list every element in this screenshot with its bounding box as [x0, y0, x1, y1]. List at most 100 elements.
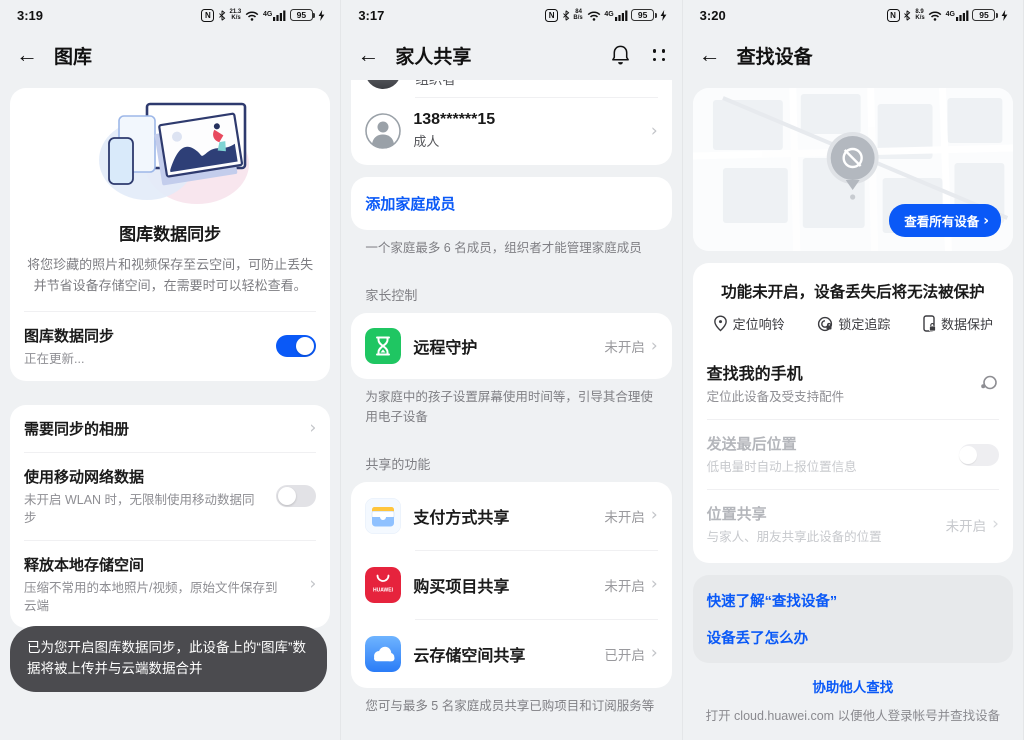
- mobile-data-toggle[interactable]: [276, 485, 316, 507]
- status-bar: 3:20 N 8.9K/s 4G 95: [683, 0, 1023, 30]
- cloud-icon: [365, 636, 401, 672]
- notification-bell-icon[interactable]: [610, 44, 631, 66]
- assist-others-note: 打开 cloud.huawei.com 以便他人登录帐号并查找设备: [683, 705, 1023, 724]
- feature-label: 数据保护: [941, 314, 993, 333]
- status-time: 3:17: [358, 8, 384, 23]
- location-sharing-sub: 与家人、朋友共享此设备的位置: [707, 528, 934, 546]
- lost-device-link[interactable]: 设备丢了怎么办: [707, 627, 999, 648]
- intro-link[interactable]: 快速了解“查找设备”: [707, 590, 999, 611]
- shared-features-note: 您可与最多 5 名家庭成员共享已购项目和订阅服务等: [365, 697, 657, 716]
- loading-spinner-icon: [979, 373, 999, 393]
- appgallery-icon: HUAWEI: [365, 567, 401, 603]
- chevron-right-icon: ›: [310, 420, 317, 437]
- location-sharing-label: 位置共享: [707, 503, 934, 524]
- find-my-phone-sub: 定位此设备及受支持配件: [707, 388, 967, 406]
- app-header: ← 图库: [0, 30, 340, 80]
- mobile-data-label: 使用移动网络数据: [24, 466, 264, 487]
- bluetooth-icon: [562, 9, 570, 22]
- signal-icon: 4G: [946, 10, 969, 21]
- remote-guard-card: 远程守护 未开启 ›: [351, 313, 671, 379]
- albums-to-sync-row[interactable]: 需要同步的相册 ›: [10, 405, 330, 452]
- mobile-data-row: 使用移动网络数据 未开启 WLAN 时，无限制使用移动数据同步: [10, 453, 330, 540]
- gallery-sync-title: 图库数据同步: [10, 220, 330, 245]
- location-pin-icon: [713, 315, 728, 332]
- find-my-phone-label: 查找我的手机: [707, 360, 967, 384]
- gallery-sync-toggle[interactable]: [276, 335, 316, 357]
- send-last-location-sub: 低电量时自动上报位置信息: [707, 458, 947, 476]
- cloud-storage-sharing-row[interactable]: 云存储空间共享 已开启 ›: [351, 620, 671, 688]
- shared-features-card: 支付方式共享 未开启 › HUAWEI 购买项目共享 未开启 ›: [351, 482, 671, 688]
- screen-family-sharing: 3:17 N 84B/s 4G 95 ← 家人共享 组织者: [341, 0, 682, 740]
- screen-find-device: 3:20 N 8.9K/s 4G 95 ← 查找设备: [683, 0, 1024, 740]
- protection-card: 功能未开启，设备丢失后将无法被保护 定位响铃 锁定追踪 数据保护 查找我的手机: [693, 263, 1013, 563]
- add-family-member-button[interactable]: 添加家庭成员: [351, 177, 671, 230]
- send-last-location-label: 发送最后位置: [707, 433, 947, 454]
- gallery-sync-status: 正在更新...: [24, 350, 264, 368]
- purchase-sharing-status: 未开启: [604, 575, 645, 595]
- family-members-card: 组织者 138******15 成人 ›: [351, 80, 671, 165]
- chevron-right-icon: ›: [983, 214, 989, 228]
- free-space-sub: 压缩不常用的本地照片/视频，原始文件保存到云端: [24, 579, 284, 615]
- feature-locate-ring: 定位响铃: [713, 314, 785, 333]
- remote-guard-row[interactable]: 远程守护 未开启 ›: [351, 313, 671, 379]
- member-name: 138******15: [413, 111, 639, 129]
- page-title: 查找设备: [737, 42, 1007, 69]
- bluetooth-icon: [903, 9, 911, 22]
- view-all-devices-label: 查看所有设备: [904, 211, 979, 230]
- svg-text:HUAWEI: HUAWEI: [373, 587, 394, 593]
- cloud-storage-sharing-status: 已开启: [604, 644, 645, 664]
- member-row[interactable]: 138******15 成人 ›: [351, 98, 671, 165]
- remote-guard-hourglass-icon: [365, 328, 401, 364]
- back-icon[interactable]: ←: [699, 44, 721, 66]
- send-last-location-row: 发送最后位置 低电量时自动上报位置信息: [693, 420, 1013, 489]
- signal-icon: 4G: [604, 10, 627, 21]
- screen-gallery-sync: 3:19 N 21.3K/s 4G 95 ← 图库: [0, 0, 341, 740]
- charging-icon: [660, 10, 667, 21]
- organizer-row[interactable]: 组织者: [351, 80, 671, 97]
- signal-icon: 4G: [263, 10, 286, 21]
- payment-sharing-row[interactable]: 支付方式共享 未开启 ›: [351, 482, 671, 550]
- feature-data-protect: 数据保护: [923, 314, 993, 333]
- assist-others-link[interactable]: 协助他人查找: [683, 676, 1023, 696]
- free-space-row[interactable]: 释放本地存储空间 压缩不常用的本地照片/视频，原始文件保存到云端 ›: [10, 541, 330, 628]
- device-map-card: 查看所有设备 ›: [693, 88, 1013, 251]
- free-space-label: 释放本地存储空间: [24, 554, 298, 575]
- chevron-right-icon: ›: [651, 576, 658, 593]
- app-header: ← 查找设备: [683, 30, 1023, 80]
- view-all-devices-button[interactable]: 查看所有设备 ›: [889, 204, 1001, 237]
- network-speed: 21.3K/s: [229, 9, 242, 22]
- bluetooth-icon: [218, 9, 226, 22]
- network-speed: 84B/s: [573, 9, 583, 22]
- page-title: 家人共享: [395, 42, 593, 69]
- chevron-right-icon: ›: [651, 338, 658, 355]
- battery-icon: 95: [290, 9, 313, 22]
- charging-icon: [318, 10, 325, 21]
- chevron-right-icon: ›: [992, 516, 999, 533]
- member-avatar: [365, 113, 401, 149]
- more-grid-icon[interactable]: [653, 49, 666, 61]
- protection-warning-title: 功能未开启，设备丢失后将无法被保护: [693, 263, 1013, 314]
- purchase-sharing-row[interactable]: HUAWEI 购买项目共享 未开启 ›: [351, 551, 671, 619]
- albums-to-sync-label: 需要同步的相册: [24, 418, 298, 439]
- feature-label: 定位响铃: [733, 314, 785, 333]
- purchase-sharing-label: 购买项目共享: [413, 573, 592, 597]
- help-links-card: 快速了解“查找设备” 设备丢了怎么办: [693, 575, 1013, 663]
- payment-sharing-label: 支付方式共享: [413, 504, 592, 528]
- location-sharing-status: 未开启: [946, 515, 987, 535]
- location-sharing-row: 位置共享 与家人、朋友共享此设备的位置 未开启 ›: [693, 490, 1013, 563]
- back-icon[interactable]: ←: [357, 44, 379, 66]
- parental-control-note: 为家庭中的孩子设置屏幕使用时间等，引导其合理使用电子设备: [365, 388, 657, 427]
- protection-features: 定位响铃 锁定追踪 数据保护: [693, 314, 1013, 347]
- wifi-icon: [587, 10, 601, 21]
- nfc-icon: N: [201, 9, 214, 22]
- phone-lock-icon: [923, 315, 936, 332]
- chevron-right-icon: ›: [651, 123, 658, 140]
- feature-lock-track: 锁定追踪: [817, 314, 890, 333]
- gallery-sync-description: 将您珍藏的照片和视频保存至云空间，可防止丢失并节省设备存储空间，在需要时可以轻松…: [10, 255, 330, 311]
- send-last-location-toggle[interactable]: [959, 444, 999, 466]
- remote-guard-status: 未开启: [604, 336, 645, 356]
- find-my-phone-row[interactable]: 查找我的手机 定位此设备及受支持配件: [693, 347, 1013, 419]
- app-header: ← 家人共享: [341, 30, 681, 80]
- status-time: 3:20: [700, 8, 726, 23]
- back-icon[interactable]: ←: [16, 44, 38, 66]
